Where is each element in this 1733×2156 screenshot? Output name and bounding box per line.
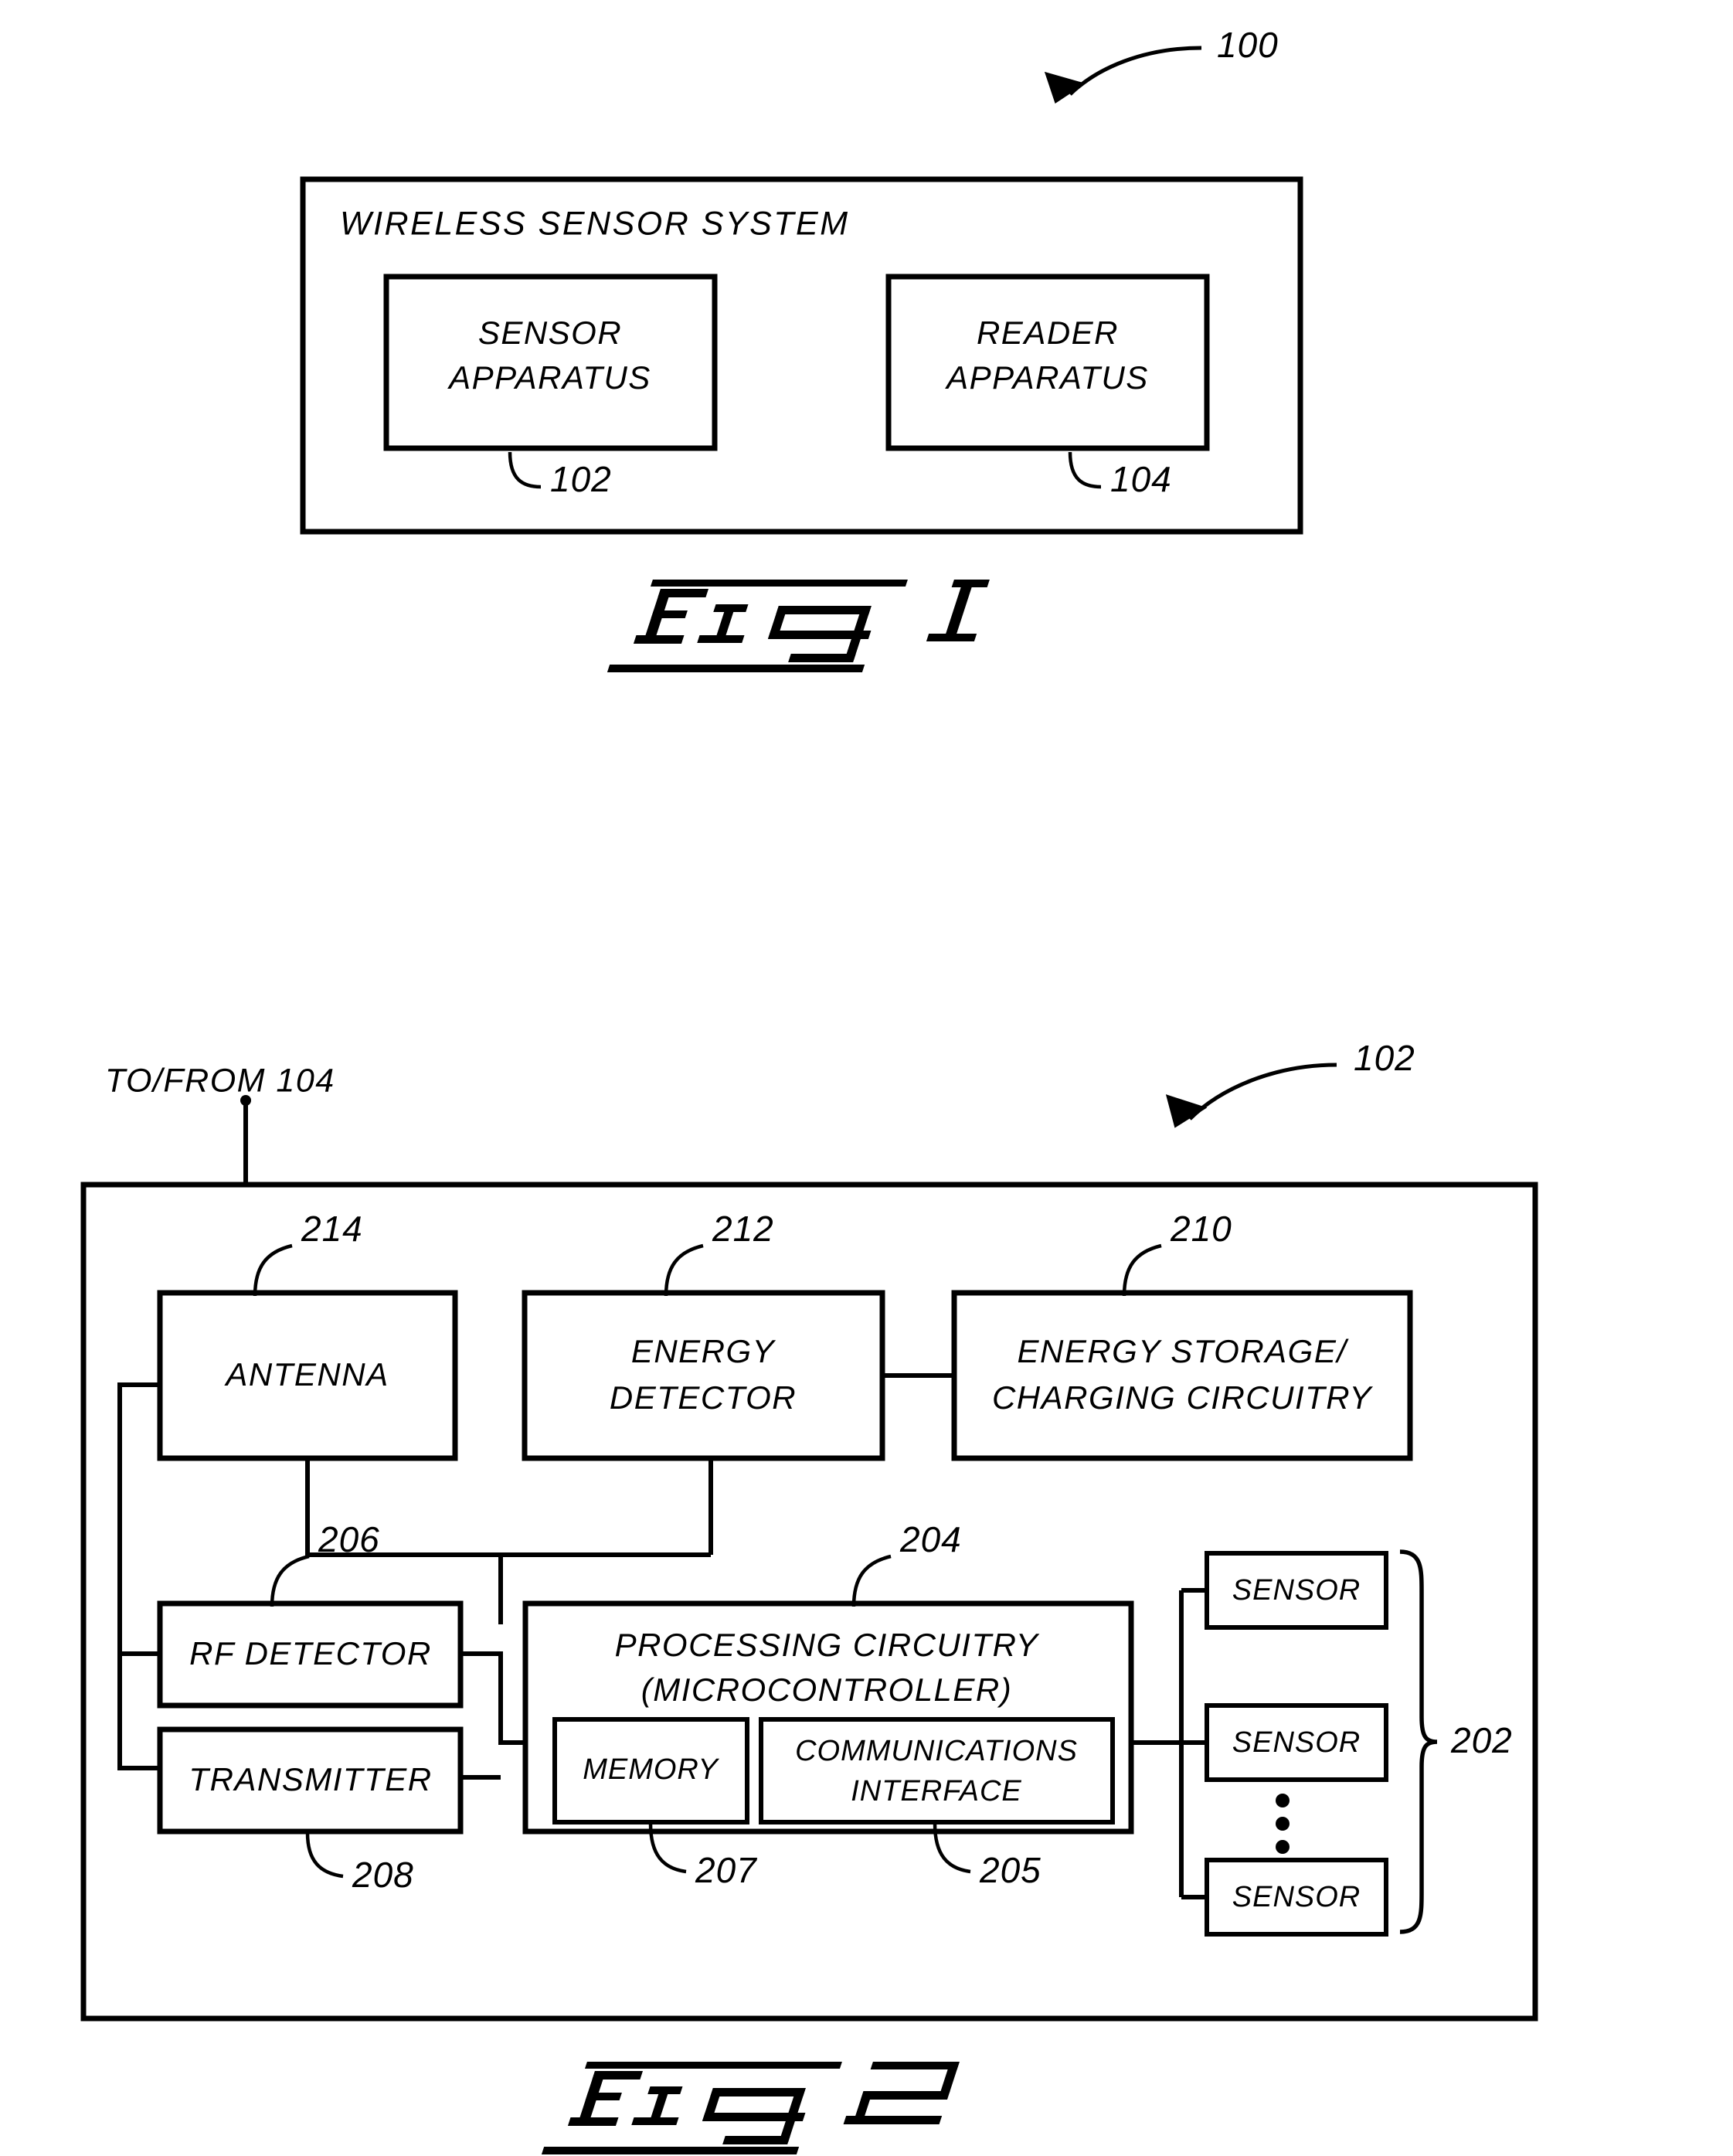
ref-number-102-fig2: 102 <box>1354 1038 1415 1078</box>
ref-number-100: 100 <box>1217 25 1279 65</box>
ref-number-214: 214 <box>301 1209 363 1249</box>
block-processing-circuitry-label-line1: PROCESSING CIRCUITRY <box>615 1627 1040 1663</box>
block-communications-interface-label-line2: INTERFACE <box>851 1775 1022 1807</box>
sensor-ellipsis-icon <box>1276 1794 1290 1854</box>
block-energy-detector-label-line1: ENERGY <box>631 1333 776 1369</box>
block-energy-detector-label-line2: DETECTOR <box>610 1379 797 1416</box>
fig2-caption <box>541 2062 960 2154</box>
block-energy-storage-label-line1: ENERGY STORAGE/ <box>1017 1333 1349 1369</box>
block-energy-storage-charging <box>951 1290 1413 1461</box>
block-sensor-2-label: SENSOR <box>1232 1726 1361 1759</box>
block-sensor-apparatus-label-line1: SENSOR <box>478 315 622 351</box>
ref-number-102-fig1: 102 <box>550 459 612 499</box>
block-reader-apparatus-label-line1: READER <box>977 315 1119 351</box>
ref-number-206: 206 <box>318 1519 380 1559</box>
block-sensor-3-label: SENSOR <box>1232 1881 1361 1913</box>
ref-number-204: 204 <box>899 1519 962 1559</box>
fig1-system-title: WIRELESS SENSOR SYSTEM <box>340 205 850 242</box>
ref-number-207: 207 <box>695 1850 757 1890</box>
block-rf-detector-label: RF DETECTOR <box>189 1635 432 1671</box>
patent-figure-sheet: 100 WIRELESS SENSOR SYSTEM SENSOR APPARA… <box>0 0 1733 2156</box>
ref-number-208: 208 <box>352 1855 414 1895</box>
ref-number-210: 210 <box>1170 1209 1232 1249</box>
fig2-external-label: TO/FROM 104 <box>105 1062 335 1099</box>
ref-number-212: 212 <box>712 1209 774 1249</box>
ref-number-205: 205 <box>979 1850 1041 1890</box>
block-transmitter-label: TRANSMITTER <box>189 1761 432 1797</box>
block-sensor-apparatus-label-line2: APPARATUS <box>447 359 651 396</box>
block-sensor-1-label: SENSOR <box>1232 1574 1361 1607</box>
ref-number-202: 202 <box>1450 1720 1513 1760</box>
figure-1: 100 WIRELESS SENSOR SYSTEM SENSOR APPARA… <box>300 25 1303 672</box>
ref-leader-100 <box>1044 46 1202 104</box>
block-communications-interface-label-line1: COMMUNICATIONS <box>795 1735 1078 1767</box>
block-memory-label: MEMORY <box>583 1753 719 1786</box>
block-reader-apparatus-label-line2: APPARATUS <box>944 359 1149 396</box>
ref-leader-102-fig2 <box>1165 1063 1337 1128</box>
fig1-caption <box>607 580 990 672</box>
block-energy-detector <box>522 1290 885 1461</box>
block-antenna-label: ANTENNA <box>223 1356 389 1393</box>
block-energy-storage-label-line2: CHARGING CIRCUITRY <box>992 1379 1374 1416</box>
ref-number-104-fig1: 104 <box>1110 459 1172 499</box>
block-processing-circuitry-label-line2: (MICROCONTROLLER) <box>641 1671 1013 1708</box>
figure-2: TO/FROM 104 102 ANTENNA 214 ENERGY DETEC… <box>80 1038 1538 2154</box>
